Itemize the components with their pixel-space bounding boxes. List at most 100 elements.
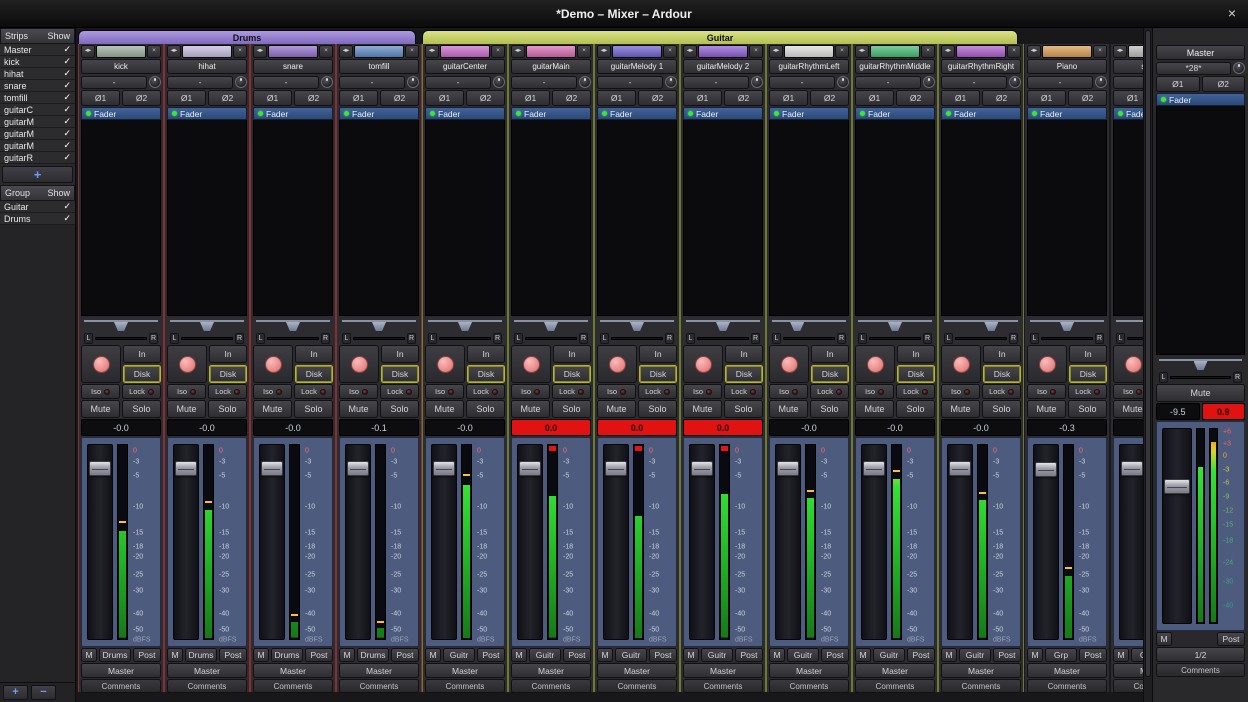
metering-point-button[interactable]: M xyxy=(339,648,355,662)
pan-handle[interactable] xyxy=(200,322,214,331)
record-enable-button[interactable] xyxy=(339,345,379,383)
metering-point-button[interactable]: M xyxy=(769,648,785,662)
phase-2-button[interactable]: Ø2 xyxy=(638,90,677,106)
phase-2-button[interactable]: Ø2 xyxy=(1202,76,1246,92)
monitor-disk-button[interactable]: Disk xyxy=(1069,365,1107,383)
strip-hide-button[interactable]: × xyxy=(233,45,247,58)
gain-display[interactable]: -0.0 xyxy=(253,419,333,436)
fader-processor[interactable]: Fader xyxy=(339,107,419,120)
group-button[interactable]: Drums xyxy=(99,648,131,662)
fader-processor[interactable]: Fader xyxy=(425,107,505,120)
fader-processor[interactable]: Fader xyxy=(941,107,1021,120)
phase-2-button[interactable]: Ø2 xyxy=(552,90,591,106)
group-button[interactable]: Guitr xyxy=(787,648,819,662)
check-icon[interactable]: ✓ xyxy=(63,56,71,67)
metering-post-button[interactable]: Post xyxy=(133,648,161,662)
pan-track[interactable] xyxy=(84,320,158,333)
solo-button[interactable]: Solo xyxy=(552,400,591,418)
strip-width-button[interactable]: ◂▸ xyxy=(855,45,869,58)
strip-color-bar[interactable] xyxy=(268,45,318,58)
check-icon[interactable]: ✓ xyxy=(63,201,71,212)
group-button[interactable]: Guitr xyxy=(701,648,733,662)
solo-iso-button[interactable]: Iso xyxy=(511,384,550,399)
processor-box[interactable] xyxy=(425,120,505,316)
monitor-disk-button[interactable]: Disk xyxy=(811,365,849,383)
monitor-disk-button[interactable]: Disk xyxy=(123,365,161,383)
fader-handle[interactable] xyxy=(433,461,455,476)
strip-width-button[interactable]: ◂▸ xyxy=(683,45,697,58)
fader-processor[interactable]: Fader xyxy=(81,107,161,120)
strip-name-button[interactable]: kick xyxy=(81,59,161,74)
comments-button[interactable]: Comments xyxy=(81,679,161,693)
metering-point-button[interactable]: M xyxy=(941,648,957,662)
trim-knob[interactable] xyxy=(493,76,505,88)
strip-color-bar[interactable] xyxy=(182,45,232,58)
trim-knob[interactable] xyxy=(751,76,763,88)
gain-display[interactable]: -0.0 xyxy=(941,419,1021,436)
solo-iso-button[interactable]: Iso xyxy=(253,384,292,399)
strip-name-button[interactable]: guitarMelody 2 xyxy=(683,59,763,74)
solo-lock-button[interactable]: Lock xyxy=(896,384,935,399)
fader[interactable] xyxy=(173,444,199,640)
solo-button[interactable]: Solo xyxy=(294,400,333,418)
gain-display[interactable]: -0.0 xyxy=(167,419,247,436)
strip-name-button[interactable]: guitarRhythmRight xyxy=(941,59,1021,74)
check-icon[interactable]: ✓ xyxy=(63,104,71,115)
gain-display[interactable]: -0.0 xyxy=(769,419,849,436)
trim-knob[interactable] xyxy=(1233,62,1245,74)
solo-button[interactable]: Solo xyxy=(1068,400,1107,418)
fader-handle[interactable] xyxy=(1164,479,1190,494)
solo-lock-button[interactable]: Lock xyxy=(294,384,333,399)
monitor-input-button[interactable]: In xyxy=(811,345,849,363)
processor-box[interactable] xyxy=(769,120,849,316)
strip-color-bar[interactable] xyxy=(440,45,490,58)
strip-name-button[interactable]: hihat xyxy=(167,59,247,74)
solo-button[interactable]: Solo xyxy=(810,400,849,418)
output-button[interactable]: Master xyxy=(855,663,935,678)
phase-1-button[interactable]: Ø1 xyxy=(339,90,378,106)
metering-point-button[interactable]: M xyxy=(81,648,97,662)
strip-color-bar[interactable] xyxy=(96,45,146,58)
output-button[interactable]: Master xyxy=(683,663,763,678)
group-tab[interactable]: Drums xyxy=(78,30,416,44)
pan-handle[interactable] xyxy=(1194,361,1208,370)
metering-post-button[interactable]: Post xyxy=(821,648,849,662)
input-button[interactable]: - xyxy=(769,76,835,89)
pan-control[interactable]: L R xyxy=(1156,356,1245,383)
mute-button[interactable]: Mute xyxy=(81,400,120,418)
metering-point-button[interactable]: M xyxy=(855,648,871,662)
fader[interactable] xyxy=(431,444,457,640)
strip-list-item[interactable]: tomfill✓ xyxy=(0,92,75,104)
phase-2-button[interactable]: Ø2 xyxy=(466,90,505,106)
output-button[interactable]: Master xyxy=(511,663,591,678)
record-enable-button[interactable] xyxy=(81,345,121,383)
add-strip-button[interactable]: + xyxy=(2,166,73,183)
fader-processor[interactable]: Fader xyxy=(167,107,247,120)
record-enable-button[interactable] xyxy=(597,345,637,383)
gain-display[interactable]: -0.0 xyxy=(425,419,505,436)
trim-knob[interactable] xyxy=(1009,76,1021,88)
strip-color-bar[interactable] xyxy=(784,45,834,58)
master-name-button[interactable]: Master xyxy=(1156,45,1245,60)
monitor-input-button[interactable]: In xyxy=(467,345,505,363)
add-group-button[interactable]: + xyxy=(3,685,28,700)
processor-box[interactable] xyxy=(1027,120,1107,316)
gain-display[interactable]: 0.0 xyxy=(597,419,677,436)
strip-list-item[interactable]: guitarR✓ xyxy=(0,152,75,164)
monitor-input-button[interactable]: In xyxy=(725,345,763,363)
phase-2-button[interactable]: Ø2 xyxy=(982,90,1021,106)
solo-button[interactable]: Solo xyxy=(638,400,677,418)
processor-box[interactable] xyxy=(339,120,419,316)
pan-control[interactable]: L R xyxy=(253,317,333,344)
pan-handle[interactable] xyxy=(114,322,128,331)
strip-width-button[interactable]: ◂▸ xyxy=(769,45,783,58)
monitor-input-button[interactable]: In xyxy=(381,345,419,363)
strip-list-item[interactable]: guitarC✓ xyxy=(0,104,75,116)
solo-lock-button[interactable]: Lock xyxy=(810,384,849,399)
metering-post-button[interactable]: Post xyxy=(219,648,247,662)
output-button[interactable]: Master xyxy=(253,663,333,678)
pan-track[interactable] xyxy=(1030,320,1104,333)
pan-track[interactable] xyxy=(858,320,932,333)
solo-iso-button[interactable]: Iso xyxy=(597,384,636,399)
trim-knob[interactable] xyxy=(665,76,677,88)
